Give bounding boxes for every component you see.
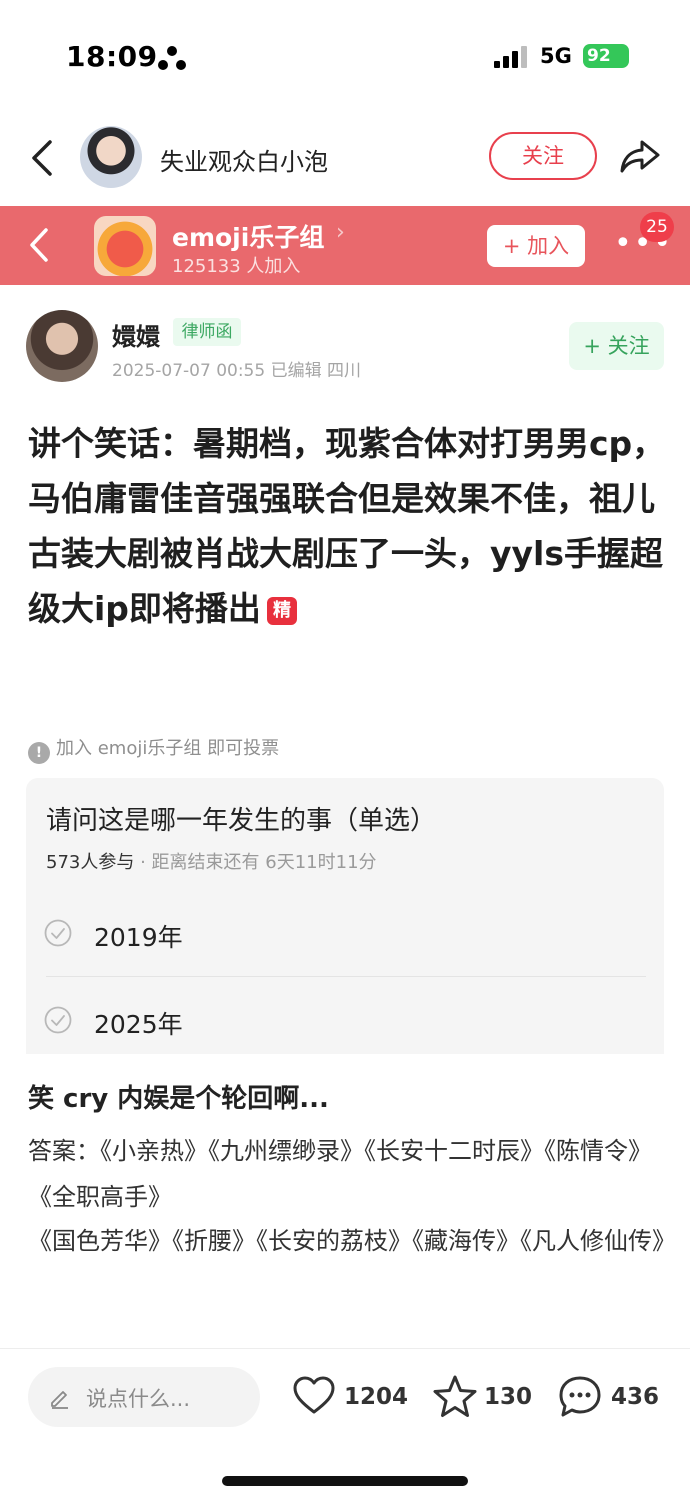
like-count: 1204 — [344, 1384, 409, 1410]
favorite-button[interactable]: 130 — [432, 1374, 532, 1420]
vote-option[interactable]: 2025年 — [26, 977, 664, 1065]
battery-icon: 92 — [583, 44, 629, 68]
group-banner[interactable]: emoji乐子组 › 125133 人加入 + 加入 ••• — [0, 206, 690, 285]
check-circle-icon[interactable] — [44, 919, 72, 947]
vote-question: 请问这是哪一年发生的事（单选） — [46, 806, 437, 836]
back-arrow-icon[interactable] — [22, 134, 62, 182]
divider — [0, 1348, 690, 1349]
status-bar: 18:09 5G 92 — [0, 0, 690, 112]
post-body-line: 《国色芳华》《折腰》《长安的荔枝》《藏海传》《凡人修仙传》 — [28, 1227, 676, 1255]
author-avatar[interactable] — [80, 126, 142, 188]
post-body-heading: 笑 cry 内娱是个轮回啊... — [28, 1084, 329, 1114]
featured-badge: 精 — [266, 597, 297, 625]
comment-count: 436 — [611, 1384, 660, 1410]
pencil-icon — [51, 1391, 68, 1409]
vote-deadline: · 距离结束还有 6天11时11分 — [140, 852, 377, 873]
like-button[interactable]: 1204 — [292, 1374, 408, 1420]
network-type: 5G — [540, 44, 572, 68]
follow-poster-button[interactable]: + 关注 — [569, 322, 664, 370]
join-group-button[interactable]: + 加入 — [487, 225, 585, 267]
group-name[interactable]: emoji乐子组 — [172, 218, 324, 254]
favorite-count: 130 — [484, 1384, 533, 1410]
post-title: 讲个笑话：暑期档，现紫合体对打男男cp，马伯庸雷佳音强强联合但是效果不佳，祖儿古… — [28, 416, 668, 636]
notification-badge: 25 — [640, 212, 674, 242]
status-time: 18:09 — [66, 40, 158, 73]
comment-input[interactable]: 说点什么... — [28, 1367, 260, 1427]
home-indicator — [222, 1476, 468, 1486]
vote-notice-text: 加入 emoji乐子组 即可投票 — [56, 738, 280, 759]
vote-option-label[interactable]: 2019年 — [94, 918, 183, 954]
author-name[interactable]: 失业观众白小泡 — [160, 142, 328, 177]
post-meta: 2025-07-07 00:55 已编辑 四川 — [112, 361, 361, 381]
star-icon[interactable] — [432, 1374, 478, 1420]
group-member-count: 125133 人加入 — [172, 256, 301, 277]
vote-notice: ! 加入 emoji乐子组 即可投票 — [28, 734, 279, 764]
vote-card: 请问这是哪一年发生的事（单选） 573人参与 · 距离结束还有 6天11时11分… — [26, 778, 664, 1054]
back-arrow-icon[interactable] — [22, 224, 56, 266]
top-nav: 失业观众白小泡 关注 — [0, 118, 690, 198]
cellular-signal-icon — [494, 46, 527, 68]
share-icon[interactable] — [618, 136, 662, 176]
activity-icon — [158, 46, 186, 70]
comment-placeholder[interactable]: 说点什么... — [86, 1383, 190, 1413]
heart-icon[interactable] — [292, 1374, 336, 1418]
poster-tag-badge: 律师函 — [173, 318, 241, 346]
post-title-text: 讲个笑话：暑期档，现紫合体对打男男cp，马伯庸雷佳音强强联合但是效果不佳，祖儿古… — [28, 424, 666, 628]
group-avatar[interactable] — [94, 216, 156, 276]
chevron-right-icon: › — [336, 220, 345, 245]
vote-option-label[interactable]: 2025年 — [94, 1005, 183, 1041]
vote-stats: 573人参与 · 距离结束还有 6天11时11分 — [46, 848, 377, 874]
comment-bubble-icon[interactable] — [557, 1374, 603, 1420]
poster-avatar[interactable] — [26, 310, 98, 382]
info-icon: ! — [28, 742, 50, 764]
post-body-line: 答案：《小亲热》《九州缥缈录》《长安十二时辰》《陈情令》《全职高手》 — [28, 1137, 652, 1211]
vote-participants: 573人参与 — [46, 852, 135, 873]
poster-name[interactable]: 嬛嬛 — [112, 317, 160, 352]
comment-button[interactable]: 436 — [557, 1374, 661, 1420]
follow-author-button[interactable]: 关注 — [489, 132, 597, 180]
check-circle-icon[interactable] — [44, 1006, 72, 1034]
vote-option[interactable]: 2019年 — [26, 890, 664, 978]
